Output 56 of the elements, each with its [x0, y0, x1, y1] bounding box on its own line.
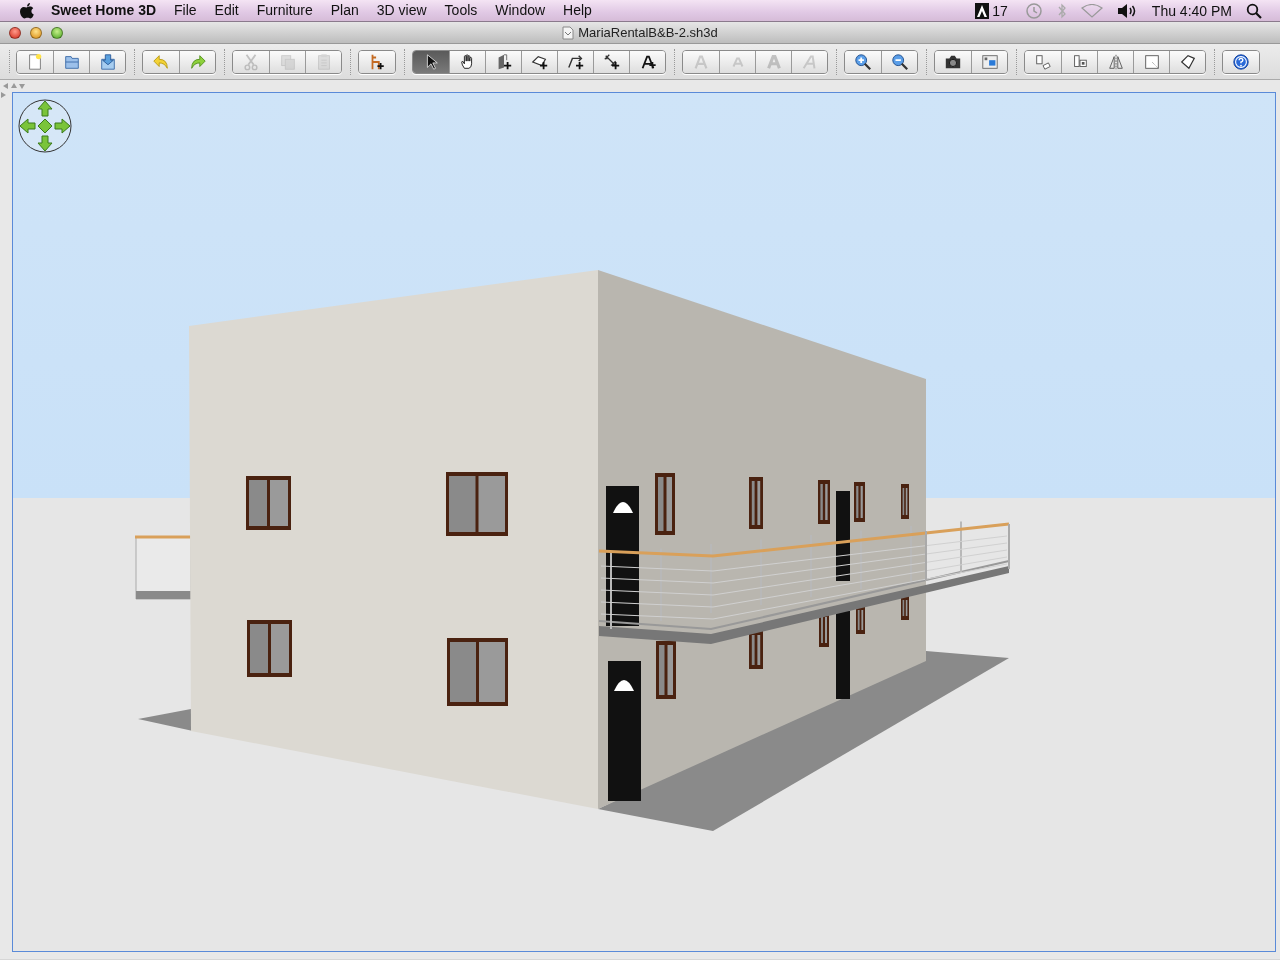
- toolbar-button[interactable]: [935, 50, 971, 73]
- help-icon: [1232, 52, 1250, 71]
- right-arrow-icon[interactable]: [0, 92, 6, 98]
- scissors-icon: [242, 52, 260, 71]
- video-screen-icon: [980, 52, 999, 71]
- copy-pages-icon: [278, 52, 297, 71]
- toolbar-button[interactable]: [1169, 50, 1205, 73]
- toolbar-button[interactable]: [629, 50, 665, 73]
- toolbar-button[interactable]: [1223, 50, 1259, 73]
- menu-item[interactable]: Tools: [435, 0, 487, 21]
- search-icon[interactable]: [1246, 2, 1262, 19]
- square-corner-icon: [1142, 52, 1161, 71]
- toolbar-button[interactable]: [557, 50, 593, 73]
- notification-count: 17: [992, 2, 1008, 19]
- wifi-icon[interactable]: [1080, 3, 1103, 18]
- up-arrow-icon[interactable]: [11, 83, 17, 89]
- toolbar-button[interactable]: [845, 50, 881, 73]
- toolbar-button[interactable]: [593, 50, 629, 73]
- app-menu[interactable]: Sweet Home 3D: [35, 0, 166, 21]
- down-arrow-icon[interactable]: [19, 83, 25, 89]
- toolbar-button[interactable]: [413, 50, 449, 73]
- save-tray-icon: [98, 52, 117, 71]
- zoom-out-icon: [890, 52, 909, 71]
- rotate-boxes-icon: [1034, 52, 1052, 71]
- polygon-icon: [1178, 52, 1197, 71]
- mirror-icon: [1106, 52, 1125, 71]
- new-document-icon: [26, 52, 44, 71]
- polyline-plus-icon: [566, 52, 585, 71]
- bold-text-icon: [764, 52, 783, 71]
- a-logo-icon[interactable]: [975, 2, 990, 19]
- dimension-plus-icon: [602, 52, 621, 71]
- undo-arrow-icon: [152, 52, 170, 71]
- close-button[interactable]: [9, 26, 21, 39]
- redo-arrow-icon: [188, 52, 207, 71]
- menu-item[interactable]: File: [165, 0, 206, 21]
- document-icon: [562, 25, 575, 40]
- menu-item[interactable]: Window: [486, 0, 555, 21]
- toolbar-button[interactable]: [449, 50, 485, 73]
- menu-item[interactable]: 3D view: [367, 0, 436, 21]
- menu-item[interactable]: Plan: [321, 0, 368, 21]
- menu-item[interactable]: Furniture: [247, 0, 322, 21]
- window-title: MariaRentalB&B-2.sh3d: [578, 25, 718, 40]
- menu-clock[interactable]: Thu 4:40 PM: [1151, 2, 1232, 19]
- clock-history-icon[interactable]: [1024, 1, 1043, 20]
- navigation-arrows-icon[interactable]: [17, 97, 73, 155]
- zoom-in-icon: [854, 52, 872, 71]
- left-arrow-icon[interactable]: [3, 83, 9, 89]
- menu-item[interactable]: Edit: [205, 0, 248, 21]
- volume-icon[interactable]: [1116, 2, 1137, 19]
- 3d-view[interactable]: [12, 92, 1276, 952]
- toolbar-button[interactable]: [881, 50, 917, 73]
- toolbar-button[interactable]: [521, 50, 557, 73]
- minimize-button[interactable]: [30, 26, 42, 39]
- zoom-button[interactable]: [51, 26, 63, 39]
- menu-item[interactable]: Help: [554, 0, 601, 21]
- apple-icon[interactable]: [19, 1, 35, 20]
